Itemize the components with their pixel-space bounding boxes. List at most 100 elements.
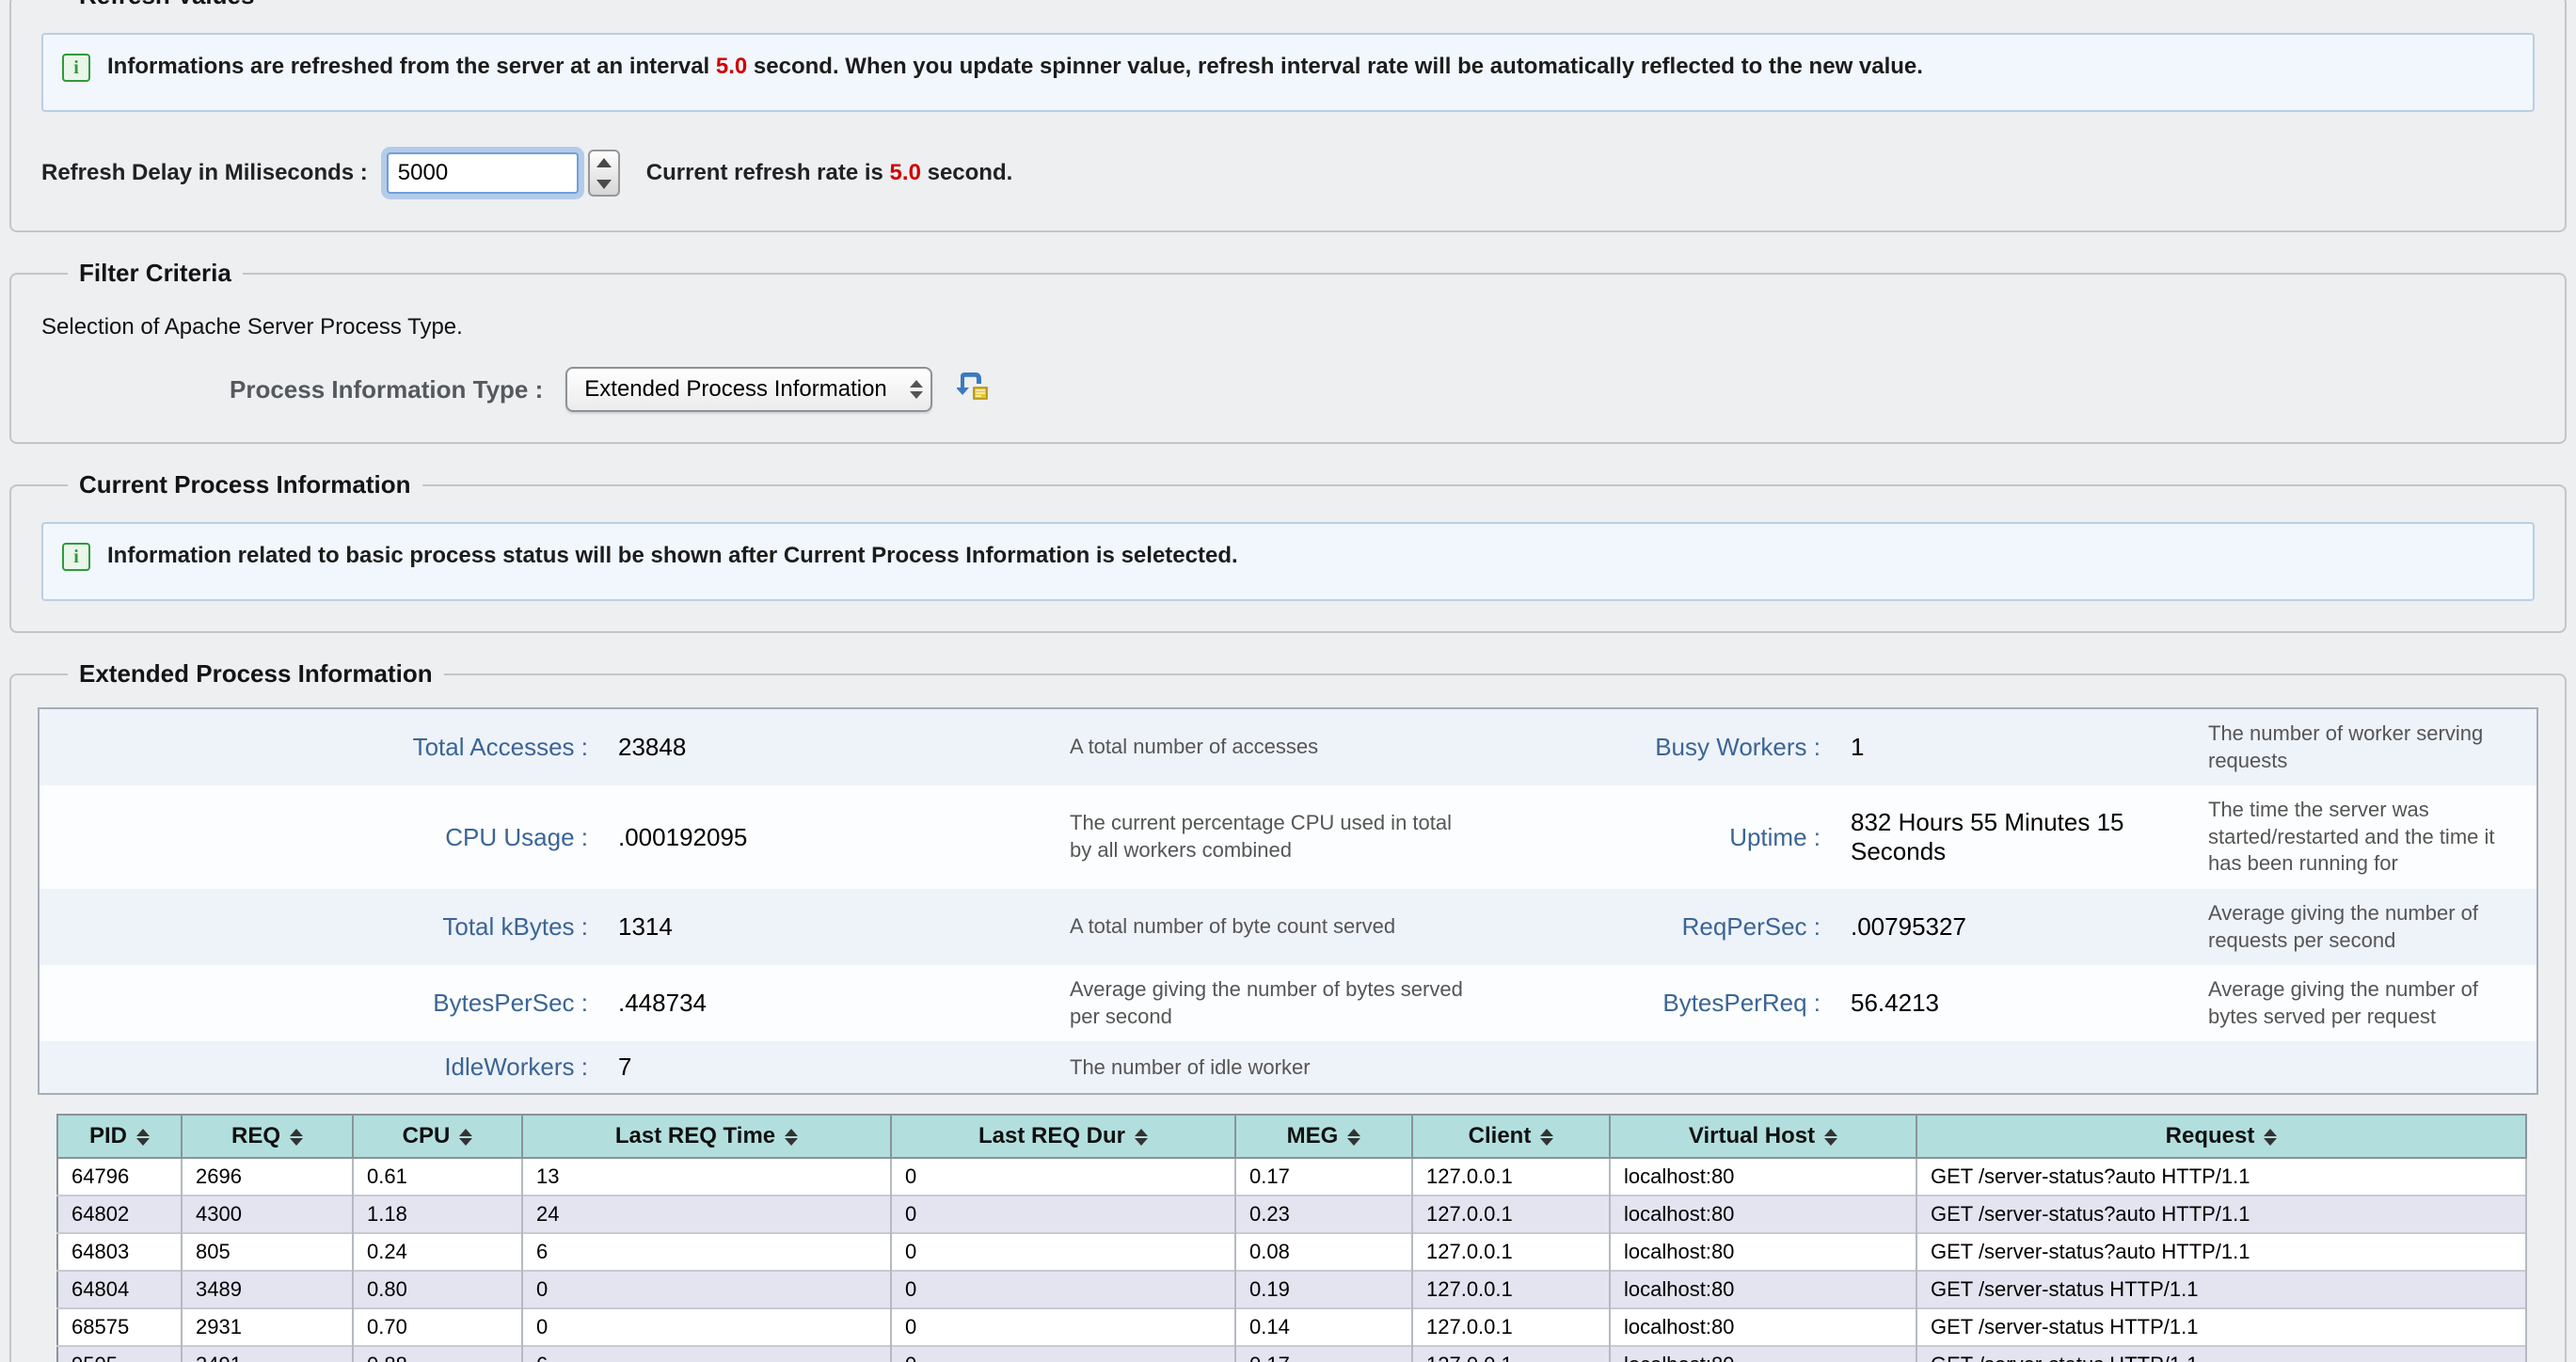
cell-meg: 0.19 (1235, 1271, 1412, 1308)
stat-desc: Average giving the number of requests pe… (2193, 889, 2537, 965)
table-row[interactable]: 64803 805 0.24 6 0 0.08 127.0.0.1 localh… (57, 1233, 2526, 1271)
table-row[interactable]: 64796 2696 0.61 13 0 0.17 127.0.0.1 loca… (57, 1158, 2526, 1196)
stat-desc: The number of worker serving requests (2193, 708, 2537, 785)
process-type-select[interactable]: Extended Process Information (565, 367, 932, 412)
current-process-info-box: i Information related to basic process s… (41, 522, 2535, 601)
stat-value (1836, 1041, 2193, 1094)
current-process-info-text: Information related to basic process sta… (107, 541, 1238, 571)
refresh-info-box: i Informations are refreshed from the se… (41, 33, 2535, 112)
refresh-delay-input[interactable] (387, 152, 579, 194)
column-header-virtual-host[interactable]: Virtual Host (1610, 1115, 1916, 1158)
refresh-interval-value: 5.0 (716, 54, 747, 79)
server-stats-table: Total Accesses : 23848 A total number of… (38, 707, 2538, 1095)
table-row[interactable]: 64804 3489 0.80 0 0 0.19 127.0.0.1 local… (57, 1271, 2526, 1308)
stat-desc: The current percentage CPU used in total… (1055, 785, 1487, 889)
filter-criteria-section: Filter Criteria Selection of Apache Serv… (9, 259, 2567, 444)
column-header-req[interactable]: REQ (182, 1115, 353, 1158)
cell-client: 127.0.0.1 (1412, 1271, 1610, 1308)
sort-icon (2264, 1129, 2277, 1146)
current-rate-value: 5.0 (890, 160, 921, 185)
stat-row: Total Accesses : 23848 A total number of… (39, 708, 2537, 785)
column-header-label: CPU (403, 1123, 451, 1148)
table-row[interactable]: 68575 2931 0.70 0 0 0.14 127.0.0.1 local… (57, 1308, 2526, 1346)
cell-virtual-host: localhost:80 (1610, 1308, 1916, 1346)
cell-request: GET /server-status?auto HTTP/1.1 (1916, 1158, 2526, 1196)
info-icon: i (62, 543, 90, 571)
process-type-selected-value: Extended Process Information (584, 376, 887, 403)
info-text-before: Informations are refreshed from the serv… (107, 54, 716, 79)
current-rate-text: Current refresh rate is 5.0 second. (646, 160, 1013, 186)
chevron-up-down-icon (910, 380, 923, 399)
process-type-row: Process Information Type : Extended Proc… (41, 367, 2535, 412)
cell-request: GET /server-status?auto HTTP/1.1 (1916, 1233, 2526, 1271)
stat-row: IdleWorkers : 7 The number of idle worke… (39, 1041, 2537, 1094)
spinner-up-button[interactable] (590, 151, 618, 173)
stat-label: CPU Usage : (39, 785, 603, 889)
cell-client: 127.0.0.1 (1412, 1196, 1610, 1233)
apply-process-type-icon[interactable] (957, 371, 991, 408)
column-header-last-req-time[interactable]: Last REQ Time (522, 1115, 891, 1158)
column-header-last-req-dur[interactable]: Last REQ Dur (891, 1115, 1235, 1158)
current-process-legend: Current Process Information (68, 470, 422, 499)
cell-virtual-host: localhost:80 (1610, 1158, 1916, 1196)
stat-desc: The time the server was started/restarte… (2193, 785, 2537, 889)
column-header-label: REQ (231, 1123, 280, 1148)
stat-value: .448734 (603, 965, 1055, 1041)
spinner-down-button[interactable] (590, 173, 618, 195)
cell-last-req-time: 24 (522, 1196, 891, 1233)
current-process-section: Current Process Information i Informatio… (9, 470, 2567, 633)
stat-row: Total kBytes : 1314 A total number of by… (39, 889, 2537, 965)
rate-text-before: Current refresh rate is (646, 160, 890, 185)
column-header-label: MEG (1287, 1123, 1339, 1148)
stat-value: .00795327 (1836, 889, 2193, 965)
stat-row: CPU Usage : .000192095 The current perce… (39, 785, 2537, 889)
cell-request: GET /server-status HTTP/1.1 (1916, 1346, 2526, 1362)
cell-last-req-dur: 0 (891, 1346, 1235, 1362)
cell-pid: 64796 (57, 1158, 182, 1196)
arrow-up-icon (596, 158, 612, 167)
sort-icon (785, 1129, 798, 1146)
refresh-delay-stepper (588, 150, 620, 197)
refresh-delay-spinner (387, 150, 620, 197)
table-row[interactable]: 64802 4300 1.18 24 0 0.23 127.0.0.1 loca… (57, 1196, 2526, 1233)
stat-label: Uptime : (1487, 785, 1836, 889)
cell-last-req-dur: 0 (891, 1271, 1235, 1308)
cell-req: 2696 (182, 1158, 353, 1196)
refresh-delay-row: Refresh Delay in Miliseconds : Current r… (41, 150, 2535, 197)
stat-label: BytesPerSec : (39, 965, 603, 1041)
stat-desc: Average giving the number of bytes serve… (1055, 965, 1487, 1041)
stat-row: BytesPerSec : .448734 Average giving the… (39, 965, 2537, 1041)
arrow-down-icon (596, 180, 612, 189)
cell-virtual-host: localhost:80 (1610, 1233, 1916, 1271)
process-type-label: Process Information Type : (230, 375, 543, 404)
filter-criteria-legend: Filter Criteria (68, 259, 243, 288)
stat-value: 1 (1836, 708, 2193, 785)
column-header-client[interactable]: Client (1412, 1115, 1610, 1158)
cell-last-req-dur: 0 (891, 1158, 1235, 1196)
column-header-label: Last REQ Time (615, 1123, 775, 1148)
cell-client: 127.0.0.1 (1412, 1233, 1610, 1271)
column-header-meg[interactable]: MEG (1235, 1115, 1412, 1158)
cell-last-req-dur: 0 (891, 1196, 1235, 1233)
column-header-label: Virtual Host (1689, 1123, 1815, 1148)
stat-desc: A total number of accesses (1055, 708, 1487, 785)
filter-description: Selection of Apache Server Process Type. (41, 314, 2535, 340)
extended-process-section: Extended Process Information Total Acces… (9, 659, 2567, 1362)
column-header-request[interactable]: Request (1916, 1115, 2526, 1158)
cell-client: 127.0.0.1 (1412, 1158, 1610, 1196)
cell-req: 3491 (182, 1346, 353, 1362)
column-header-pid[interactable]: PID (57, 1115, 182, 1158)
cell-req: 2931 (182, 1308, 353, 1346)
server-status-page: Refresh Values i Informations are refres… (0, 0, 2576, 1362)
sort-icon (1135, 1129, 1148, 1146)
cell-req: 4300 (182, 1196, 353, 1233)
cell-meg: 0.14 (1235, 1308, 1412, 1346)
column-header-cpu[interactable]: CPU (353, 1115, 522, 1158)
column-header-label: PID (89, 1123, 127, 1148)
cell-last-req-time: 13 (522, 1158, 891, 1196)
stat-value: 7 (603, 1041, 1055, 1094)
sort-icon (1347, 1129, 1360, 1146)
table-row[interactable]: 9505 3491 0.88 6 0 0.17 127.0.0.1 localh… (57, 1346, 2526, 1362)
sort-icon (1540, 1129, 1553, 1146)
stat-desc: Average giving the number of bytes serve… (2193, 965, 2537, 1041)
